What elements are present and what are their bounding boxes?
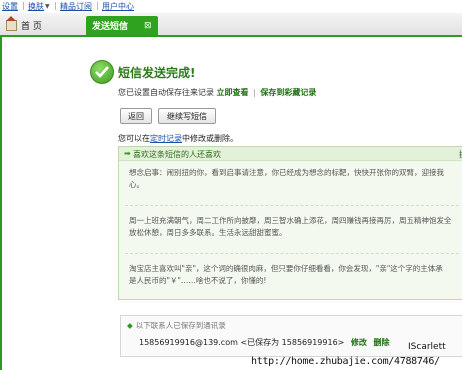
recommended-header: ➡ 喜欢这条短信的人还喜欢 换	[119, 147, 462, 161]
modify-note-suffix: 中修改或删除。	[182, 134, 238, 143]
tab-bar: 首 页 发送短信 ⊠	[0, 13, 462, 37]
premium-subscribe-link[interactable]: 精品订阅	[60, 1, 92, 12]
message-text[interactable]: 想念启事：闹别扭的你，看到启事请注意，你已经成为想念的标靶，快快开张你的双臂，迎…	[129, 167, 444, 179]
view-now-link[interactable]: 立即查看	[217, 88, 249, 97]
contact-email: 15856919916@139.com	[139, 338, 238, 347]
contact-saved-as: <已保存为 15856919916>	[240, 338, 345, 347]
bullet-icon: ◆	[127, 321, 133, 330]
tab-home-label: 首 页	[21, 21, 42, 32]
watermark-name: IScarlett	[408, 342, 446, 352]
user-center-link[interactable]: 用户中心	[102, 1, 134, 12]
page-title: 短信发送完成!	[118, 66, 196, 80]
menu-separator: |	[22, 1, 25, 10]
message-text[interactable]: 周一上班充满朝气，周二工作所向披靡，周三智水确上添花，周四赚钱再接再厉，周五精神…	[129, 215, 452, 227]
menu-separator: |	[54, 1, 57, 10]
continue-writing-button[interactable]: 继续写短信	[158, 108, 216, 124]
skin-menu[interactable]: 换肤	[28, 1, 44, 12]
menu-separator: |	[96, 1, 99, 10]
tab-send-sms[interactable]: 发送短信 ⊠	[86, 16, 158, 35]
divider	[125, 253, 459, 254]
message-text[interactable]: 放松休憩，周日多多联系。生活永远甜甜蜜蜜。	[129, 227, 287, 239]
delete-contact-link[interactable]: 删除	[373, 338, 389, 347]
chevron-down-icon[interactable]: ▼	[45, 3, 50, 10]
edit-contact-link[interactable]: 修改	[351, 338, 367, 347]
scheduled-records-link[interactable]: 定时记录	[150, 134, 182, 143]
tab-send-sms-label: 发送短信	[92, 22, 129, 32]
success-check-icon	[90, 60, 114, 84]
message-text[interactable]: 是人民币的"￥"……啥也不说了，你懂的!	[129, 275, 266, 287]
modify-note-prefix: 您可以在	[118, 134, 150, 143]
top-menu: 设置 | 换肤 ▼ | 精品订阅 | 用户中心	[0, 0, 462, 13]
saved-contacts-title: 以下联系人已保存到通讯录	[135, 321, 226, 330]
auto-save-text: 您已设置自动保存往来记录	[118, 88, 214, 97]
message-text[interactable]: 心。	[129, 179, 144, 191]
back-button[interactable]: 返回	[120, 108, 152, 124]
link-separator: |	[253, 88, 256, 97]
auto-save-notice: 您已设置自动保存往来记录 立即查看 | 保存到彩藏记录	[118, 87, 316, 98]
saved-contacts-header: ◆ 以下联系人已保存到通讯录	[127, 320, 226, 331]
watermark-url: http://home.zhubajie.com/4788746/	[251, 356, 440, 367]
left-strip	[0, 37, 2, 370]
tab-home[interactable]: 首 页	[2, 15, 82, 34]
settings-link[interactable]: 设置	[2, 1, 18, 12]
contact-row: 15856919916@139.com <已保存为 15856919916> 修…	[139, 337, 389, 348]
arrow-right-icon: ➡	[124, 149, 131, 158]
save-to-favorites-link[interactable]: 保存到彩藏记录	[260, 88, 316, 97]
close-icon[interactable]: ⊠	[144, 21, 152, 31]
recommended-messages-panel: ➡ 喜欢这条短信的人还喜欢 换 想念启事：闹别扭的你，看到启事请注意，你已经成为…	[118, 146, 462, 300]
home-icon	[6, 15, 17, 31]
modify-note: 您可以在定时记录中修改或删除。	[118, 133, 238, 144]
recommended-title: 喜欢这条短信的人还喜欢	[133, 150, 221, 159]
message-text[interactable]: 淘宝店主喜欢叫"亲"，这个词的确很肉麻，但只要你仔细看看，你会发现，"亲"这个字…	[129, 263, 443, 275]
divider	[125, 205, 459, 206]
